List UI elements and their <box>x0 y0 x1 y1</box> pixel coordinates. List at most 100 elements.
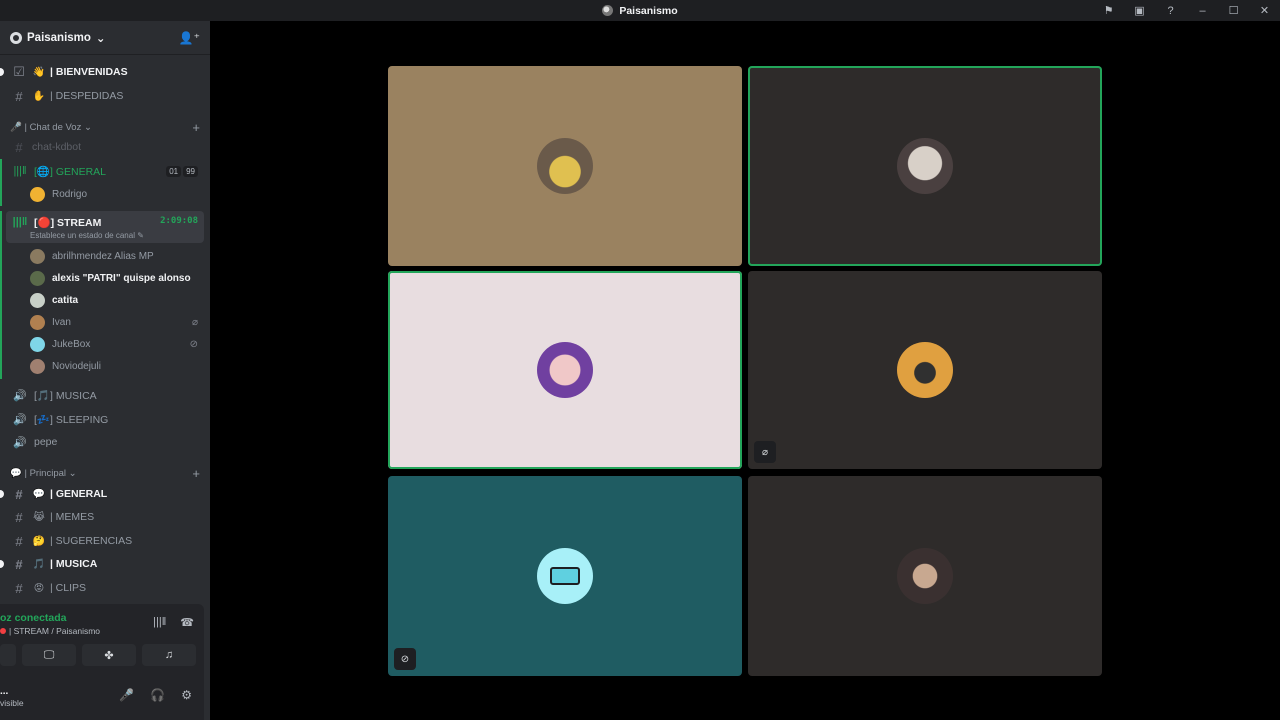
deafened-icon: ⊘ <box>394 648 416 670</box>
participant-avatar <box>897 138 953 194</box>
add-channel-icon[interactable]: + <box>192 120 200 135</box>
channel-sugerencias[interactable]: # 🤔 | SUGERENCIAS <box>6 530 204 552</box>
voice-connected-channel[interactable]: | STREAM / Paisanismo <box>0 626 100 636</box>
disconnect-icon[interactable]: ☎ <box>180 616 194 629</box>
category-label: 🎤 | Chat de Voz <box>10 121 82 133</box>
channel-general[interactable]: # 💬 | GENERAL <box>0 483 204 505</box>
participant-tile[interactable]: ⊘ <box>388 476 742 676</box>
channel-label: | MEMES <box>50 511 95 523</box>
channel-label: [🎵] MUSICA <box>34 389 97 402</box>
voice-channel-general[interactable]: |||‖ [🌐] GENERAL 01 99 <box>6 160 204 182</box>
voice-connection-panel: oz conectada | STREAM / Paisanismo |||‖ … <box>0 604 204 674</box>
voice-channel-path: | STREAM / Paisanismo <box>9 626 101 636</box>
noise-suppression-icon[interactable]: |||‖ <box>153 616 166 629</box>
user-panel: ... visible 🎤 🎧 ⚙ <box>0 674 204 720</box>
category-chat-de-voz[interactable]: 🎤 | Chat de Voz ⌄ + <box>10 118 200 136</box>
participant-avatar <box>537 138 593 194</box>
chevron-down-icon: ⌄ <box>68 467 77 479</box>
channel-despedidas[interactable]: # ✋ | DESPEDIDAS <box>6 85 204 107</box>
voice-user[interactable]: Noviodejuli <box>30 356 202 376</box>
voice-connected-line <box>0 159 2 206</box>
window-title-text: Paisanismo <box>619 4 678 17</box>
channel-label: | GENERAL <box>50 488 108 500</box>
voice-connected-title[interactable]: oz conectada <box>0 612 67 624</box>
headphones-icon[interactable]: 🎧 <box>150 688 165 702</box>
voice-user[interactable]: catita <box>30 290 202 310</box>
server-icon <box>10 31 22 44</box>
participant-avatar <box>537 548 593 604</box>
participant-tile[interactable] <box>388 66 742 266</box>
stream-timer: 2:09:08 <box>160 216 198 226</box>
inbox-icon[interactable]: ▣ <box>1124 0 1155 21</box>
user-name: catita <box>52 294 79 306</box>
screen-share-button[interactable]: 🖵 <box>22 644 76 666</box>
microphone-icon[interactable]: 🎤 <box>119 688 134 702</box>
channel-emoji: 😡 <box>33 582 45 594</box>
category-principal[interactable]: 💬 | Principal ⌄ + <box>10 464 200 482</box>
hash-icon: # <box>15 580 23 596</box>
voice-user-rodrigo[interactable]: Rodrigo <box>30 184 202 204</box>
voice-user[interactable]: abrilhmendez Alias MP <box>30 246 202 266</box>
server-header[interactable]: Paisanismo ⌄ 👤⁺ <box>0 21 210 55</box>
channel-label: | BIENVENIDAS <box>50 66 128 78</box>
speaker-icon: 🔊 <box>13 389 27 402</box>
user-name: alexis "PATRI" quispe alonso <box>52 272 191 284</box>
avatar <box>30 248 45 264</box>
chevron-down-icon: ⌄ <box>83 121 92 133</box>
soundboard-button[interactable]: ♫ <box>142 644 196 666</box>
mic-muted-icon: ⌀ <box>754 441 776 463</box>
category-label: 💬 | Principal <box>10 467 67 479</box>
cassette-icon <box>550 567 580 585</box>
user-name[interactable]: ... <box>0 686 8 697</box>
unread-indicator <box>0 560 4 568</box>
channel-clips[interactable]: # 😡 | CLIPS <box>6 577 204 599</box>
voice-connected-line <box>0 211 2 379</box>
channel-memes[interactable]: # 😹 | MEMES <box>6 506 204 528</box>
channel-emoji: 🎵 <box>32 558 46 570</box>
channel-label: [🌐] GENERAL <box>34 165 107 178</box>
hash-icon: # <box>15 509 23 525</box>
avatar <box>30 336 45 352</box>
user-name: Ivan <box>52 316 71 328</box>
avatar <box>30 186 45 202</box>
chevron-down-icon: ⌄ <box>95 32 106 45</box>
hash-icon: # <box>15 556 23 572</box>
unread-indicator <box>0 490 4 498</box>
participant-tile[interactable] <box>748 66 1102 266</box>
gear-icon[interactable]: ⚙ <box>181 688 192 702</box>
channel-emoji: 🤔 <box>32 535 46 547</box>
maximize-button[interactable]: ☐ <box>1218 0 1249 21</box>
channel-chat-kdbot[interactable]: # chat-kdbot <box>6 136 204 158</box>
avatar <box>30 314 45 330</box>
voice-channel-musica[interactable]: 🔊 [🎵] MUSICA <box>6 384 204 406</box>
channel-musica[interactable]: # 🎵 | MUSICA <box>0 553 204 575</box>
invite-people-icon[interactable]: 👤⁺ <box>179 31 200 45</box>
voice-user[interactable]: Ivan ⌀ <box>30 312 202 332</box>
speaker-icon: 🔊 <box>13 413 27 426</box>
channel-label: | SUGERENCIAS <box>50 535 133 547</box>
activities-button[interactable]: ✤ <box>82 644 136 666</box>
deafened-icon: ⊘ <box>189 338 198 350</box>
voice-user[interactable]: JukeBox ⊘ <box>30 334 202 354</box>
voice-channel-pepe[interactable]: 🔊 pepe <box>6 431 204 453</box>
minimize-button[interactable]: – <box>1187 0 1218 21</box>
voice-activity-icon: |||‖ <box>12 216 28 228</box>
user-count: 01 <box>166 165 182 177</box>
flag-icon[interactable]: ⚑ <box>1093 0 1124 21</box>
participant-tile[interactable] <box>748 476 1102 676</box>
camera-button[interactable] <box>0 644 16 666</box>
avatar <box>30 292 45 308</box>
close-button[interactable]: ✕ <box>1249 0 1280 21</box>
hash-icon: # <box>15 486 23 502</box>
participant-tile[interactable] <box>388 271 742 469</box>
activities-icon: ✤ <box>104 649 114 662</box>
help-icon[interactable]: ? <box>1155 0 1186 21</box>
channel-bienvenidas[interactable]: ☑ 👋 | BIENVENIDAS <box>0 61 204 83</box>
channel-label: | CLIPS <box>50 582 86 594</box>
voice-channel-sleeping[interactable]: 🔊 [💤] SLEEPING <box>6 408 204 430</box>
channel-status[interactable]: Establece un estado de canal ✎ <box>30 231 144 240</box>
add-channel-icon[interactable]: + <box>192 466 200 481</box>
window-title: Paisanismo <box>602 4 678 17</box>
participant-tile[interactable]: ⌀ <box>748 271 1102 469</box>
voice-user[interactable]: alexis "PATRI" quispe alonso <box>30 268 202 288</box>
